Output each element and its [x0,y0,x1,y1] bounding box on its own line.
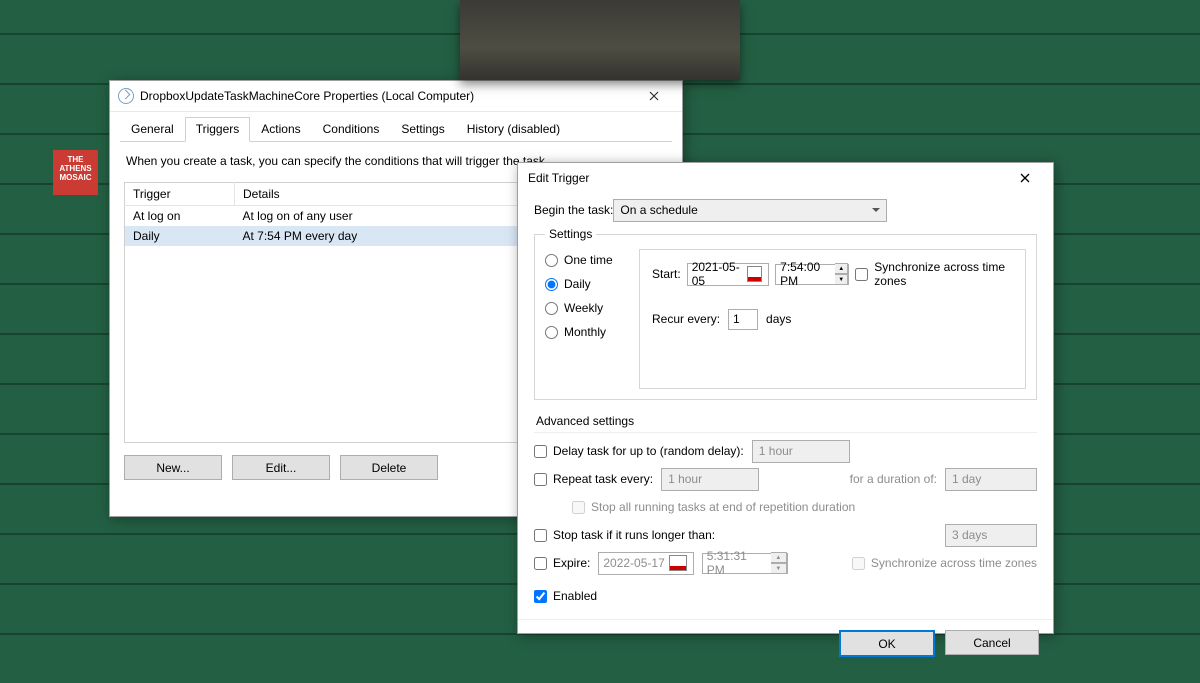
task-scheduler-icon [118,88,134,104]
schedule-details: Start: 2021-05-05 7:54:00 PM ▲▼ [639,249,1026,389]
radio-one-time[interactable]: One time [545,249,633,271]
delay-row: Delay task for up to (random delay): 1 h… [534,437,1037,465]
new-button[interactable]: New... [124,455,222,480]
tab-general[interactable]: General [120,117,185,142]
window-title: DropboxUpdateTaskMachineCore Properties … [140,89,634,103]
delay-value-dropdown[interactable]: 1 hour [752,440,850,463]
titlebar[interactable]: Edit Trigger [518,163,1053,193]
edit-button[interactable]: Edit... [232,455,330,480]
radio-monthly[interactable]: Monthly [545,321,633,343]
edit-trigger-dialog: Edit Trigger Begin the task: On a schedu… [517,162,1054,634]
chevron-down-icon [872,208,880,212]
start-time-input[interactable]: 7:54:00 PM ▲▼ [775,264,849,285]
dialog-body: Begin the task: On a schedule Settings O… [518,193,1053,607]
dialog-buttons: OK Cancel [518,620,1053,671]
tab-settings[interactable]: Settings [390,117,455,142]
repeat-checkbox[interactable]: Repeat task every: [534,468,653,490]
repeat-value-dropdown[interactable]: 1 hour [661,468,759,491]
calendar-icon [747,266,762,282]
titlebar[interactable]: DropboxUpdateTaskMachineCore Properties … [110,81,682,112]
sync-tz2-checkbox: Synchronize across time zones [852,552,1037,574]
recur-value-input[interactable]: 1 [728,309,758,330]
close-button[interactable] [1005,168,1045,188]
settings-fieldset: Settings One time Daily Weekly Monthly S… [534,227,1037,400]
stop-all-checkbox: Stop all running tasks at end of repetit… [572,496,855,518]
recur-label: Recur every: [652,312,720,326]
close-button[interactable] [634,86,674,106]
spinner[interactable]: ▲▼ [835,263,848,285]
stop-if-checkbox[interactable]: Stop task if it runs longer than: [534,524,715,546]
dialog-title: Edit Trigger [526,171,1005,185]
begin-task-dropdown[interactable]: On a schedule [613,199,887,222]
stop-all-row: Stop all running tasks at end of repetit… [534,493,1037,521]
expire-row: Expire: 2022-05-17 5:31:31 PM ▲▼ Synchro… [534,549,1037,577]
enabled-checkbox[interactable]: Enabled [534,585,1037,607]
settings-legend: Settings [545,227,596,241]
stop-if-row: Stop task if it runs longer than: 3 days [534,521,1037,549]
desktop-wallpaper: THE ATHENS MOSAIC DropboxUpdateTaskMachi… [0,0,1200,683]
begin-task-label: Begin the task: [534,203,613,217]
delete-button[interactable]: Delete [340,455,438,480]
cancel-button[interactable]: Cancel [945,630,1039,655]
sync-tz-checkbox[interactable]: Synchronize across time zones [855,260,1013,288]
start-date-input[interactable]: 2021-05-05 [687,263,769,286]
spinner[interactable]: ▲▼ [771,552,787,574]
tabs: General Triggers Actions Conditions Sett… [120,116,672,142]
tab-history[interactable]: History (disabled) [456,117,571,142]
advanced-legend: Advanced settings [536,414,1037,428]
tab-actions[interactable]: Actions [250,117,311,142]
wallpaper-badge: THE ATHENS MOSAIC [53,150,98,195]
start-label: Start: [652,267,681,281]
stop-if-value-dropdown[interactable]: 3 days [945,524,1037,547]
tab-triggers[interactable]: Triggers [185,117,251,142]
duration-label: for a duration of: [850,472,937,486]
delay-checkbox[interactable]: Delay task for up to (random delay): [534,440,744,462]
tab-conditions[interactable]: Conditions [312,117,391,142]
repeat-row: Repeat task every: 1 hour for a duration… [534,465,1037,493]
begin-task-row: Begin the task: On a schedule [534,197,1037,223]
recur-unit: days [766,312,791,326]
radio-weekly[interactable]: Weekly [545,297,633,319]
duration-value-dropdown[interactable]: 1 day [945,468,1037,491]
calendar-icon [669,555,687,571]
expire-time-input[interactable]: 5:31:31 PM ▲▼ [702,553,788,574]
radio-daily[interactable]: Daily [545,273,633,295]
schedule-radios: One time Daily Weekly Monthly [545,249,633,389]
col-trigger[interactable]: Trigger [125,183,235,206]
expire-date-input[interactable]: 2022-05-17 [598,552,693,575]
ok-button[interactable]: OK [839,630,935,657]
expire-checkbox[interactable]: Expire: [534,552,590,574]
